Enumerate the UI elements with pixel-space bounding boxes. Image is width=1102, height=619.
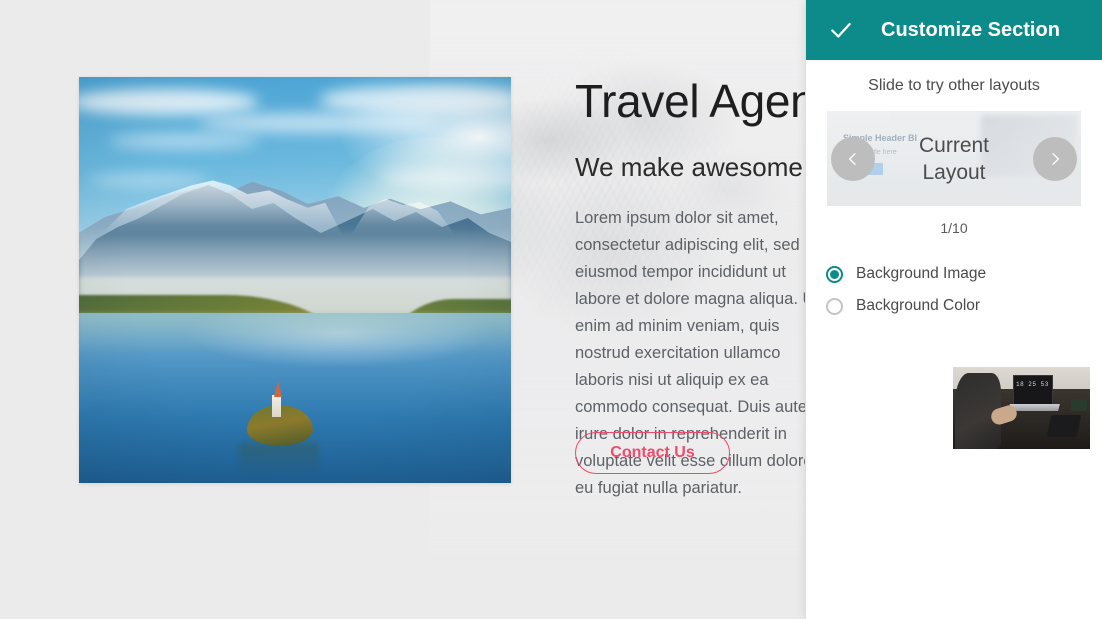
background-image-preview[interactable]: 18 25 53	[953, 367, 1090, 449]
contact-us-button[interactable]: Contact Us	[575, 432, 730, 474]
app-root: Travel Agency We make awesome tours Lore…	[0, 0, 1102, 619]
panel-title: Customize Section	[881, 18, 1060, 41]
chevron-left-icon	[849, 152, 856, 165]
customize-section-panel: Customize Section Slide to try other lay…	[805, 0, 1102, 619]
radio-background-image[interactable]: Background Image	[826, 258, 1102, 290]
slide-hint-label: Slide to try other layouts	[868, 77, 1040, 94]
page-subtitle[interactable]: We make awesome tours	[575, 152, 805, 183]
radio-unselected-icon	[826, 297, 843, 315]
radio-background-color[interactable]: Background Color	[826, 290, 1102, 322]
preview-desk-object	[1071, 399, 1087, 411]
page-title[interactable]: Travel Agency	[575, 74, 805, 128]
preview-laptop	[1013, 375, 1053, 405]
panel-header: Customize Section	[806, 0, 1102, 60]
background-type-options: Background Image Background Color	[826, 258, 1102, 322]
check-icon[interactable]	[828, 17, 854, 43]
carousel-counter: 1/10	[940, 220, 968, 236]
website-preview-canvas[interactable]: Travel Agency We make awesome tours Lore…	[0, 0, 805, 619]
carousel-prev-button[interactable]	[831, 136, 875, 181]
radio-selected-icon	[826, 265, 843, 283]
layout-carousel[interactable]: Simple Header Bl your subtitle here Curr…	[827, 111, 1081, 206]
preview-tablet	[1046, 415, 1082, 437]
photo-vignette	[79, 77, 511, 483]
radio-label: Background Image	[856, 265, 987, 282]
chevron-right-icon	[1052, 152, 1059, 165]
radio-label: Background Color	[856, 297, 981, 314]
hero-photo-lake-bled[interactable]	[79, 77, 511, 483]
preview-laptop-screen-text: 18 25 53	[1016, 381, 1049, 388]
carousel-next-button[interactable]	[1033, 136, 1077, 181]
